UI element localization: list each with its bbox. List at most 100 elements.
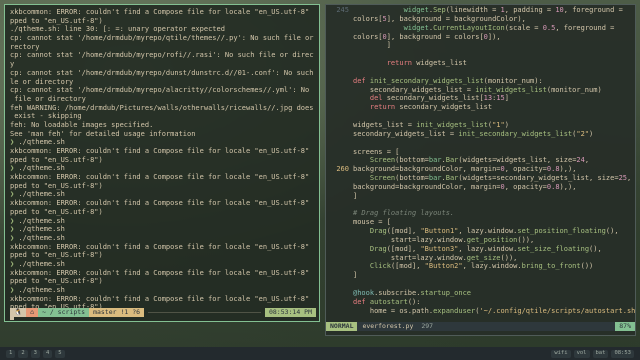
code-line[interactable]: return secondary_widgets_list	[326, 103, 635, 112]
code-line[interactable]: home = os.path.expanduser('~/.config/qti…	[326, 307, 635, 316]
prompt-git-status: master !1 ?6	[89, 308, 145, 317]
code-text: widget.CurrentLayoutIcon(scale = 0.5, fo…	[403, 23, 615, 32]
line-number	[326, 236, 353, 245]
home-icon: ⌂	[26, 308, 39, 317]
code-line[interactable]: ]	[326, 192, 635, 201]
terminal-line: pped to "en_US.utf-8")	[10, 16, 103, 25]
code-line[interactable]: ]	[326, 41, 635, 50]
code-text: background=backgroundColor, margin=0, op…	[353, 165, 577, 174]
code-line[interactable]: 260 background=backgroundColor, margin=0,…	[326, 165, 635, 174]
code-line[interactable]: Screen(bottom=bar.Bar(widgets=secondary_…	[326, 174, 635, 183]
code-line[interactable]	[326, 139, 635, 148]
code-line[interactable]: Screen(bottom=bar.Bar(widgets=widgets_li…	[326, 156, 635, 165]
terminal-line: cp: cannot stat '/home/drmdub/myrepo/dun…	[10, 68, 314, 77]
terminal-line: pped to "en_US.utf-8")	[10, 277, 103, 286]
code-line[interactable]: def init_secondary_widgets_list(monitor_…	[326, 77, 635, 86]
line-number	[326, 121, 353, 130]
code-line[interactable]: ]	[326, 271, 635, 280]
code-line[interactable]: del secondary_widgets_list[13:15]	[326, 94, 635, 103]
line-number	[326, 201, 353, 210]
workspace-button[interactable]: 4	[42, 349, 53, 358]
code-line[interactable]: widgets_list = init_widgets_list("1")	[326, 121, 635, 130]
code-line[interactable]	[326, 112, 635, 121]
code-text: colors[0], background = colors[0]),	[353, 32, 501, 41]
tray-item[interactable]: 08:53	[611, 349, 634, 358]
line-number	[326, 298, 353, 307]
line-number	[326, 94, 353, 103]
line-number	[326, 262, 353, 271]
code-line[interactable]	[326, 201, 635, 210]
editor-statusline: NORMAL everforest.py 297 87%	[326, 322, 635, 331]
code-line[interactable]: Drag([mod], "Button3", lazy.window.set_s…	[326, 245, 635, 254]
workspace-button[interactable]: 1	[6, 349, 16, 358]
code-line[interactable]: start=lazy.window.get_position()),	[326, 236, 635, 245]
code-line[interactable]: return widgets_list	[326, 59, 635, 68]
terminal-line: xkbcommon: ERROR: couldn't find a Compos…	[10, 147, 314, 155]
code-text: home = os.path.expanduser('~/.config/qti…	[353, 306, 635, 315]
code-line[interactable]: screens = [	[326, 148, 635, 157]
code-line[interactable]: Drag([mod], "Button1", lazy.window.set_p…	[326, 227, 635, 236]
workspace-button[interactable]: 5	[55, 349, 65, 358]
code-line[interactable]	[326, 280, 635, 289]
code-line[interactable]: widget.CurrentLayoutIcon(scale = 0.5, fo…	[326, 24, 635, 33]
workspace-list: 12345	[6, 349, 65, 358]
line-number	[326, 68, 353, 77]
code-editor-window[interactable]: 245 widget.Sep(linewidth = 1, padding = …	[325, 4, 636, 336]
terminal-line: See 'man feh' for detailed usage informa…	[10, 129, 196, 138]
tray-item[interactable]: bat	[592, 349, 609, 358]
code-line[interactable]: 245 widget.Sep(linewidth = 1, padding = …	[326, 6, 635, 15]
line-number	[326, 33, 353, 42]
system-taskbar: 12345 wifi vol bat 08:53	[0, 347, 640, 360]
workspace-button[interactable]: 3	[30, 349, 40, 358]
line-number	[326, 77, 353, 86]
terminal-line: ❯ ./qtheme.sh	[10, 259, 65, 268]
terminal-line: ❯ ./qtheme.sh	[10, 190, 65, 199]
line-number: 260	[336, 165, 349, 174]
code-line[interactable]: # Drag floating layouts.	[326, 209, 635, 218]
line-number	[326, 271, 353, 280]
code-text: ]	[353, 271, 358, 280]
terminal-window[interactable]: xkbcommon: ERROR: couldn't find a Compos…	[4, 4, 320, 322]
code-text: colors[5], background = backgroundColor)…	[353, 14, 526, 23]
terminal-line: xkbcommon: ERROR: couldn't find a Compos…	[10, 8, 314, 16]
line-number	[326, 307, 353, 316]
code-line[interactable]: secondary_widgets_list = init_widgets_li…	[326, 86, 635, 95]
terminal-line: cp: cannot stat '/home/drmdub/myrepo/ala…	[10, 86, 314, 95]
line-number	[326, 112, 353, 121]
code-text: secondary_widgets_list = init_widgets_li…	[353, 85, 602, 94]
terminal-line: ./qtheme.sh: line 30: [: =: unary operat…	[10, 25, 225, 34]
line-number	[326, 174, 353, 183]
line-number	[326, 289, 353, 298]
terminal-line: y	[10, 60, 15, 69]
code-line[interactable]: start=lazy.window.get_size()),	[326, 254, 635, 263]
workspace-button[interactable]: 2	[18, 349, 28, 358]
code-buffer[interactable]: 245 widget.Sep(linewidth = 1, padding = …	[326, 5, 635, 323]
code-line[interactable]	[326, 50, 635, 59]
code-line[interactable]: @hook.subscribe.startup_once	[326, 289, 635, 298]
editor-git-info: 297	[421, 322, 434, 331]
tray-item[interactable]: wifi	[551, 349, 571, 358]
code-line[interactable]: colors[0], background = colors[0]),	[326, 33, 635, 42]
code-line[interactable]: secondary_widgets_list = init_secondary_…	[326, 130, 635, 139]
code-text: def autostart():	[353, 297, 421, 306]
code-line[interactable]: background=backgroundColor, margin=0, op…	[326, 183, 635, 192]
code-text: Drag([mod], "Button1", lazy.window.set_p…	[369, 227, 619, 236]
code-text: ]	[353, 41, 391, 50]
tray-item[interactable]: vol	[573, 349, 590, 358]
code-line[interactable]: def autostart():	[326, 298, 635, 307]
line-number	[326, 130, 353, 139]
terminal-line: cp: cannot stat '/home/drmdub/myrepo/qti…	[10, 34, 314, 43]
line-number	[326, 280, 353, 289]
code-text: Click([mod], "Button2", lazy.window.brin…	[369, 262, 594, 271]
code-line[interactable]: colors[5], background = backgroundColor)…	[326, 15, 635, 24]
code-text: widgets_list = init_widgets_list("1")	[353, 120, 509, 129]
code-text: widget.Sep(linewidth = 1, padding = 10, …	[403, 6, 623, 14]
line-number	[326, 59, 353, 68]
terminal-line: pped to "en_US.utf-8")	[10, 207, 103, 216]
code-line[interactable]	[326, 68, 635, 77]
line-number	[326, 103, 353, 112]
code-line[interactable]: mouse = [	[326, 218, 635, 227]
code-line[interactable]: Click([mod], "Button2", lazy.window.brin…	[326, 262, 635, 271]
line-number	[326, 209, 353, 218]
